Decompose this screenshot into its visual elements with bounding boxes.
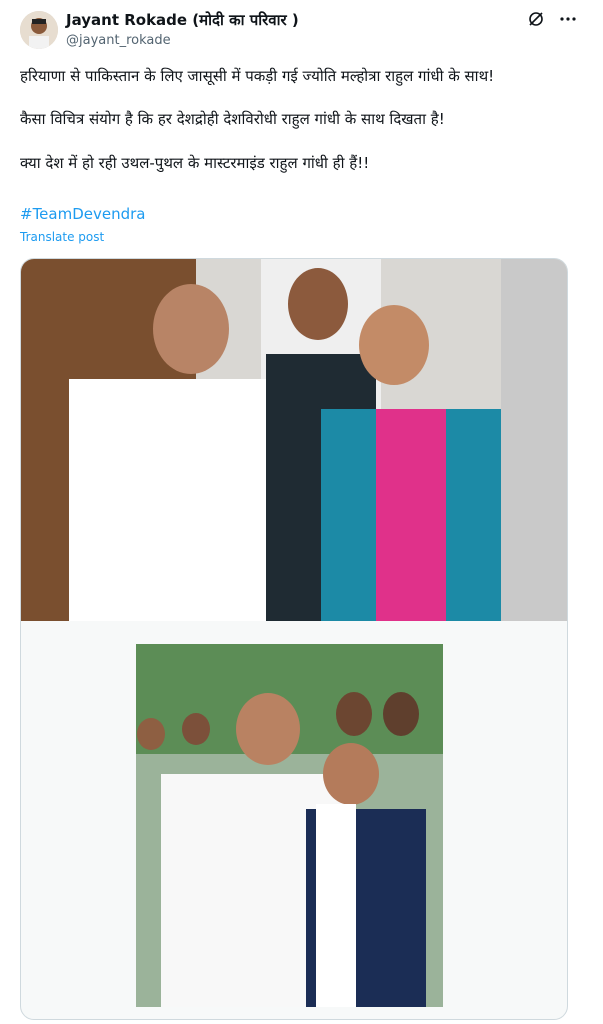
avatar-image <box>20 11 58 49</box>
photo-2[interactable] <box>136 644 443 1007</box>
avatar[interactable] <box>20 11 58 49</box>
translate-post-link[interactable]: Translate post <box>20 230 104 244</box>
author-handle[interactable]: @jayant_rokade <box>66 33 171 48</box>
post-text-line-2: कैसा विचित्र संयोग है कि हर देशद्रोही दे… <box>20 110 445 128</box>
author-name[interactable]: Jayant Rokade (मोदी का परिवार ) <box>66 10 299 30</box>
post-text-line-1: हरियाणा से पाकिस्तान के लिए जासूसी में प… <box>20 67 495 85</box>
post-actions <box>527 10 577 33</box>
post-media[interactable] <box>20 258 568 1020</box>
post-container: Jayant Rokade (मोदी का परिवार ) @jayant_… <box>0 0 603 1024</box>
hashtag-link[interactable]: #TeamDevendra <box>20 205 146 223</box>
more-icon[interactable] <box>559 10 577 33</box>
grok-icon[interactable] <box>527 10 545 33</box>
photo-1[interactable] <box>21 259 567 621</box>
post-text-line-3: क्या देश में हो रही उथल-पुथल के मास्टरमा… <box>20 154 370 172</box>
